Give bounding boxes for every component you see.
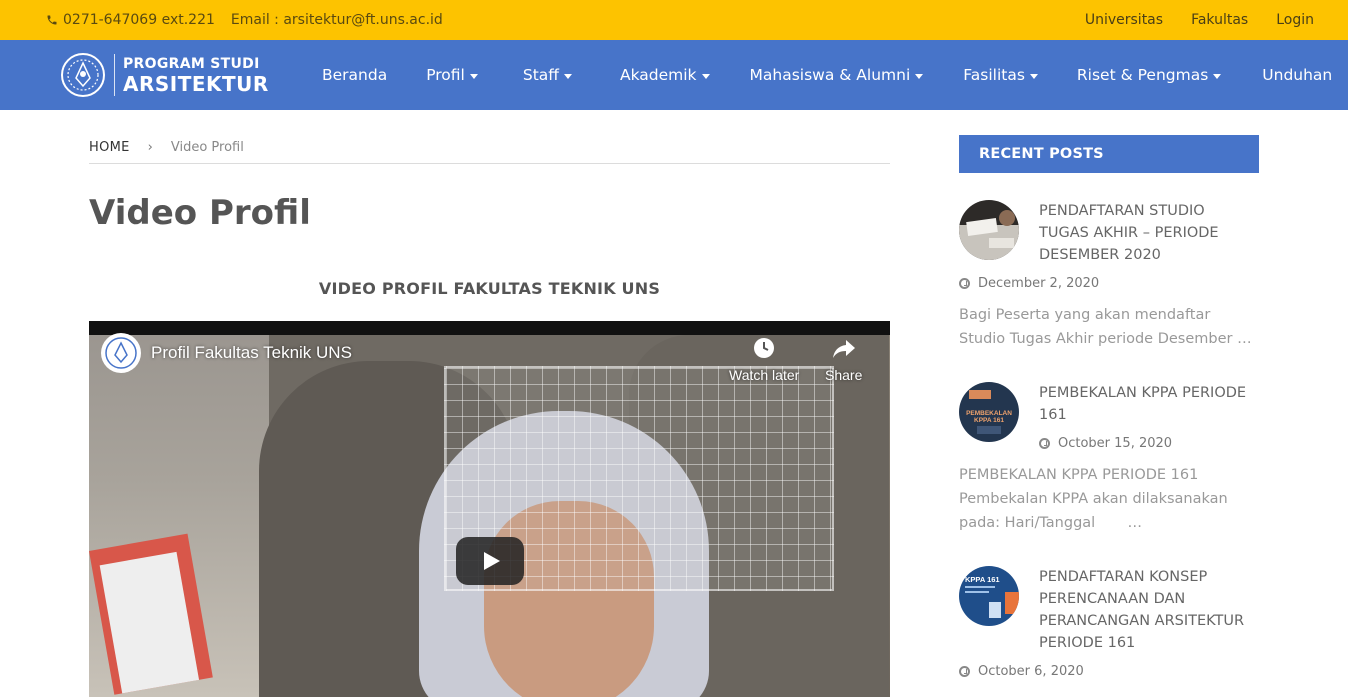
post-excerpt: PEMBEKALAN KPPA PERIODE 161 Pembekalan K… xyxy=(959,467,1233,531)
video-player[interactable]: Profil Fakultas Teknik UNS Watch later S… xyxy=(89,321,890,697)
channel-logo-icon xyxy=(105,337,137,369)
video-title[interactable]: Profil Fakultas Teknik UNS xyxy=(151,343,352,363)
caret-down-icon xyxy=(1213,73,1222,79)
nav-label: Riset & Pengmas xyxy=(1076,66,1209,84)
brand-text: PROGRAM STUDI ARSITEKTUR xyxy=(123,57,269,94)
nav-item-profil[interactable]: Profil xyxy=(426,66,478,84)
post-thumbnail[interactable]: KPPA 161 xyxy=(959,566,1019,626)
channel-avatar[interactable] xyxy=(101,333,141,373)
thumbnail-caption: KPPA 161 xyxy=(974,417,1004,424)
nav-label: Profil xyxy=(426,66,465,84)
nav-label: Mahasiswa & Alumni xyxy=(749,66,911,84)
thumbnail-caption: KPPA 161 xyxy=(965,575,1000,584)
post-date: December 2, 2020 xyxy=(959,276,1099,291)
video-scene-paper xyxy=(99,551,200,694)
caret-down-icon xyxy=(701,73,710,79)
site-brand[interactable]: PROGRAM STUDI ARSITEKTUR xyxy=(60,52,269,98)
nav-label: Beranda xyxy=(322,66,388,84)
post-thumbnail[interactable] xyxy=(959,200,1019,260)
caret-down-icon xyxy=(1029,73,1038,79)
brand-line-2: ARSITEKTUR xyxy=(123,71,269,96)
nav-label: Akademik xyxy=(619,66,697,84)
top-link-login[interactable]: Login xyxy=(1276,12,1314,28)
recent-post: PENDAFTARAN STUDIO TUGAS AKHIR – PERIODE… xyxy=(959,200,1259,350)
clock-icon xyxy=(1039,438,1050,449)
email-address: Email : arsitektur@ft.uns.ac.id xyxy=(230,12,443,28)
uns-logo-icon xyxy=(61,53,105,97)
post-date-text: December 2, 2020 xyxy=(978,276,1100,291)
caret-down-icon xyxy=(563,73,572,79)
caret-down-icon xyxy=(915,73,924,79)
share-button[interactable]: Share xyxy=(825,335,862,383)
video-heading: VIDEO PROFIL FAKULTAS TEKNIK UNS xyxy=(318,279,661,298)
top-link-universitas[interactable]: Universitas xyxy=(1085,12,1163,28)
nav-menu: Beranda Profil Staff Akademik Mahasiswa … xyxy=(322,40,1332,110)
top-links: Universitas Fakultas Login xyxy=(1085,12,1314,28)
share-label: Share xyxy=(825,367,863,383)
caret-down-icon xyxy=(469,73,478,79)
contact-info: 0271-647069 ext.221 Email : arsitektur@f… xyxy=(46,12,443,28)
clock-icon xyxy=(959,666,970,677)
play-icon xyxy=(484,552,500,570)
top-link-fakultas[interactable]: Fakultas xyxy=(1191,12,1248,28)
phone-number: 0271-647069 ext.221 xyxy=(63,12,215,28)
nav-label: Staff xyxy=(522,66,559,84)
post-date-text: October 15, 2020 xyxy=(1058,436,1173,451)
nav-item-riset-pengmas[interactable]: Riset & Pengmas xyxy=(1076,66,1222,84)
recent-post: KPPA 161 PENDAFTARAN KONSEP PERENCANAAN … xyxy=(959,566,1259,686)
top-bar: 0271-647069 ext.221 Email : arsitektur@f… xyxy=(0,0,1348,40)
post-title[interactable]: PENDAFTARAN KONSEP PERENCANAAN DAN PERAN… xyxy=(1039,566,1259,654)
post-thumbnail-image: KPPA 161 xyxy=(959,566,1019,626)
brand-line-1: PROGRAM STUDI xyxy=(123,55,260,72)
nav-item-unduhan[interactable]: Unduhan xyxy=(1262,66,1332,84)
breadcrumb-separator: › xyxy=(147,140,153,155)
nav-item-staff[interactable]: Staff xyxy=(523,66,572,84)
post-thumbnail[interactable]: PEMBEKALAN KPPA 161 xyxy=(959,382,1019,442)
nav-item-mahasiswa-alumni[interactable]: Mahasiswa & Alumni xyxy=(750,66,924,84)
post-title[interactable]: PEMBEKALAN KPPA PERIODE 161 xyxy=(1039,382,1259,426)
post-date: October 15, 2020 xyxy=(1039,436,1172,451)
recent-post: PEMBEKALAN KPPA 161 PEMBEKALAN KPPA PERI… xyxy=(959,382,1259,542)
post-date: October 6, 2020 xyxy=(959,664,1084,679)
phone-icon xyxy=(47,15,57,25)
post-thumbnail-image xyxy=(959,200,1019,260)
breadcrumb-current: Video Profil xyxy=(170,140,244,155)
play-button[interactable] xyxy=(456,537,524,585)
recent-posts-header: RECENT POSTS xyxy=(959,135,1259,173)
breadcrumb-home[interactable]: HOME xyxy=(89,140,130,155)
phone-contact: 0271-647069 ext.221 xyxy=(46,12,215,28)
post-excerpt: Bagi Peserta yang akan mendaftar Studio … xyxy=(959,307,1252,347)
thumbnail-caption: PEMBEKALAN xyxy=(966,410,1012,417)
watch-later-button[interactable]: Watch later xyxy=(729,335,799,383)
post-thumbnail-image: PEMBEKALAN KPPA 161 xyxy=(959,382,1019,442)
clock-icon xyxy=(754,338,775,358)
clock-icon xyxy=(959,278,970,289)
watch-later-label: Watch later xyxy=(729,367,800,383)
breadcrumb: HOME › Video Profil xyxy=(89,131,890,164)
nav-item-beranda[interactable]: Beranda xyxy=(322,66,387,84)
post-date-text: October 6, 2020 xyxy=(978,664,1084,679)
post-title[interactable]: PENDAFTARAN STUDIO TUGAS AKHIR – PERIODE… xyxy=(1039,200,1259,266)
nav-item-akademik[interactable]: Akademik xyxy=(620,66,710,84)
nav-label: Fasilitas xyxy=(963,66,1025,84)
page-title: Video Profil xyxy=(89,193,311,233)
nav-item-fasilitas[interactable]: Fasilitas xyxy=(963,66,1038,84)
nav-label: Unduhan xyxy=(1262,66,1333,84)
brand-divider xyxy=(114,54,115,96)
video-top-strip xyxy=(89,321,890,335)
share-arrow-icon xyxy=(832,340,855,358)
main-navbar: PROGRAM STUDI ARSITEKTUR Beranda Profil … xyxy=(0,40,1348,110)
